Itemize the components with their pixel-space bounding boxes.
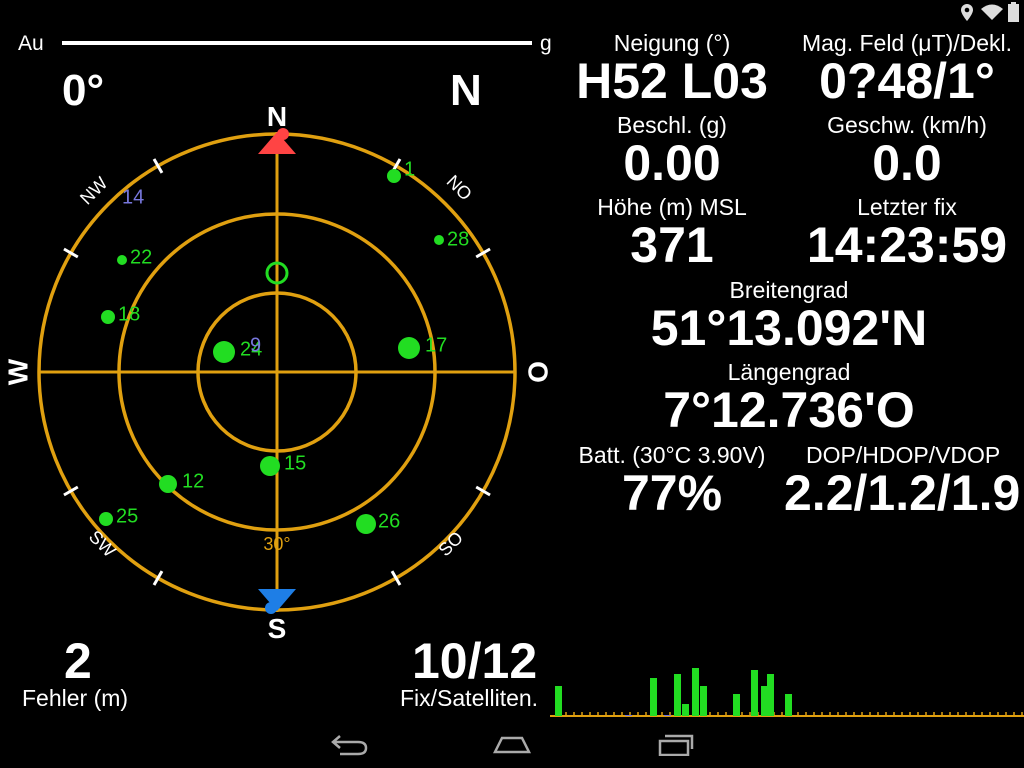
satellite-dot-25 bbox=[99, 512, 113, 526]
signal-bar bbox=[733, 694, 740, 716]
banner-text-start: Au bbox=[18, 32, 44, 55]
progress-line bbox=[62, 41, 532, 45]
signal-bar bbox=[650, 678, 657, 716]
dop-value: 2.2/1.2/1.9 bbox=[784, 465, 1021, 518]
latitude-cell: Breitengrad 51°13.092'N bbox=[572, 277, 1006, 353]
signal-bar bbox=[785, 694, 792, 716]
satellite-label-25: 25 bbox=[116, 505, 138, 527]
signal-bar bbox=[664, 715, 671, 716]
status-bar bbox=[0, 0, 1024, 26]
cardinal-e: O bbox=[523, 361, 554, 383]
signal-bar bbox=[625, 715, 632, 716]
altitude-cell: Höhe (m) MSL 371 bbox=[572, 194, 772, 270]
wifi-icon bbox=[981, 4, 1003, 20]
lastfix-value: 14:23:59 bbox=[806, 217, 1008, 273]
signal-bar bbox=[751, 670, 758, 716]
longitude-value: 7°12.736'O bbox=[663, 382, 915, 438]
satellite-dot-15 bbox=[260, 456, 280, 476]
navigation-bar bbox=[0, 720, 1024, 768]
satellite-dot-17 bbox=[398, 337, 420, 359]
recent-apps-icon[interactable] bbox=[656, 732, 696, 756]
intercardinal-nw: NW bbox=[76, 173, 111, 208]
fix-label: Fix/Satelliten. bbox=[400, 685, 539, 711]
signal-bar bbox=[767, 674, 774, 716]
speed-value: 0.0 bbox=[872, 135, 942, 191]
signal-bar bbox=[674, 674, 681, 716]
signal-bar bbox=[555, 686, 562, 716]
signal-bar bbox=[761, 686, 768, 716]
elevation-label: 30° bbox=[263, 534, 290, 554]
satellite-label-12: 12 bbox=[182, 470, 204, 492]
dop-cell: DOP/HDOP/VDOP 2.2/1.2/1.9 bbox=[784, 442, 1024, 518]
satellite-dot-18 bbox=[101, 310, 115, 324]
intercardinal-sw: SW bbox=[85, 526, 120, 561]
cardinal-s: S bbox=[268, 613, 287, 644]
signal-bar bbox=[700, 686, 707, 716]
intercardinal-se: SO bbox=[434, 527, 467, 560]
cardinal-n: N bbox=[267, 101, 287, 132]
latitude-value: 51°13.092'N bbox=[650, 300, 928, 356]
signal-strength-chart bbox=[550, 668, 1024, 717]
battery-value: 77% bbox=[621, 465, 723, 521]
accel-value: 0.00 bbox=[623, 135, 721, 191]
battery-icon bbox=[1008, 2, 1019, 22]
satellite-label-18: 18 bbox=[118, 303, 140, 325]
tilt-cell: Neigung (°) H52 L03 bbox=[572, 30, 772, 106]
satellite-label-15: 15 bbox=[284, 452, 306, 474]
speed-cell: Geschw. (km/h) 0.0 bbox=[790, 112, 1024, 188]
tilt-value: H52 L03 bbox=[576, 53, 768, 109]
banner-text-end: g bbox=[540, 32, 552, 55]
satellite-label-14: 14 bbox=[122, 186, 144, 208]
accel-cell: Beschl. (g) 0.00 bbox=[572, 112, 772, 188]
satellite-label-9: 9 bbox=[250, 334, 261, 356]
satellite-skyplot: NSW ONW NOSW SO30° 11428221817249151225 26 bbox=[2, 101, 554, 644]
signal-bar bbox=[682, 704, 689, 716]
cardinal-w: W bbox=[2, 358, 33, 385]
longitude-cell: Längengrad 7°12.736'O bbox=[572, 359, 1006, 435]
satellite-dot-28 bbox=[434, 235, 444, 245]
location-icon bbox=[961, 4, 973, 21]
satellite-dot-22 bbox=[117, 255, 127, 265]
signal-bar bbox=[692, 668, 699, 716]
back-icon[interactable] bbox=[330, 732, 370, 756]
fix-value: 10/12 bbox=[412, 633, 538, 689]
satellite-label-26: 26 bbox=[378, 510, 400, 532]
satellite-label-1: 1 bbox=[404, 158, 415, 180]
lastfix-cell: Letzter fix 14:23:59 bbox=[790, 194, 1024, 270]
satellite-label-28: 28 bbox=[447, 228, 469, 250]
satellite-label-22: 22 bbox=[130, 246, 152, 268]
satellite-dot-24 bbox=[213, 341, 235, 363]
satellite-dot-12 bbox=[159, 475, 177, 493]
altitude-value: 371 bbox=[630, 217, 714, 273]
magfield-cell: Mag. Feld (μT)/Dekl. 0?48/1° bbox=[790, 30, 1024, 106]
satellite-label-17: 17 bbox=[425, 334, 447, 356]
error-value: 2 bbox=[64, 633, 92, 689]
satellite-dot-1 bbox=[387, 169, 401, 183]
top-banner: Au g bbox=[18, 26, 552, 64]
progress-overlay bbox=[52, 26, 544, 64]
intercardinal-ne: NO bbox=[443, 171, 476, 204]
home-icon[interactable] bbox=[492, 732, 532, 756]
error-label: Fehler (m) bbox=[22, 685, 129, 711]
battery-cell: Batt. (30°C 3.90V) 77% bbox=[572, 442, 772, 518]
magfield-value: 0?48/1° bbox=[819, 53, 995, 109]
south-marker bbox=[258, 589, 296, 611]
satellite-dot-26 bbox=[356, 514, 376, 534]
